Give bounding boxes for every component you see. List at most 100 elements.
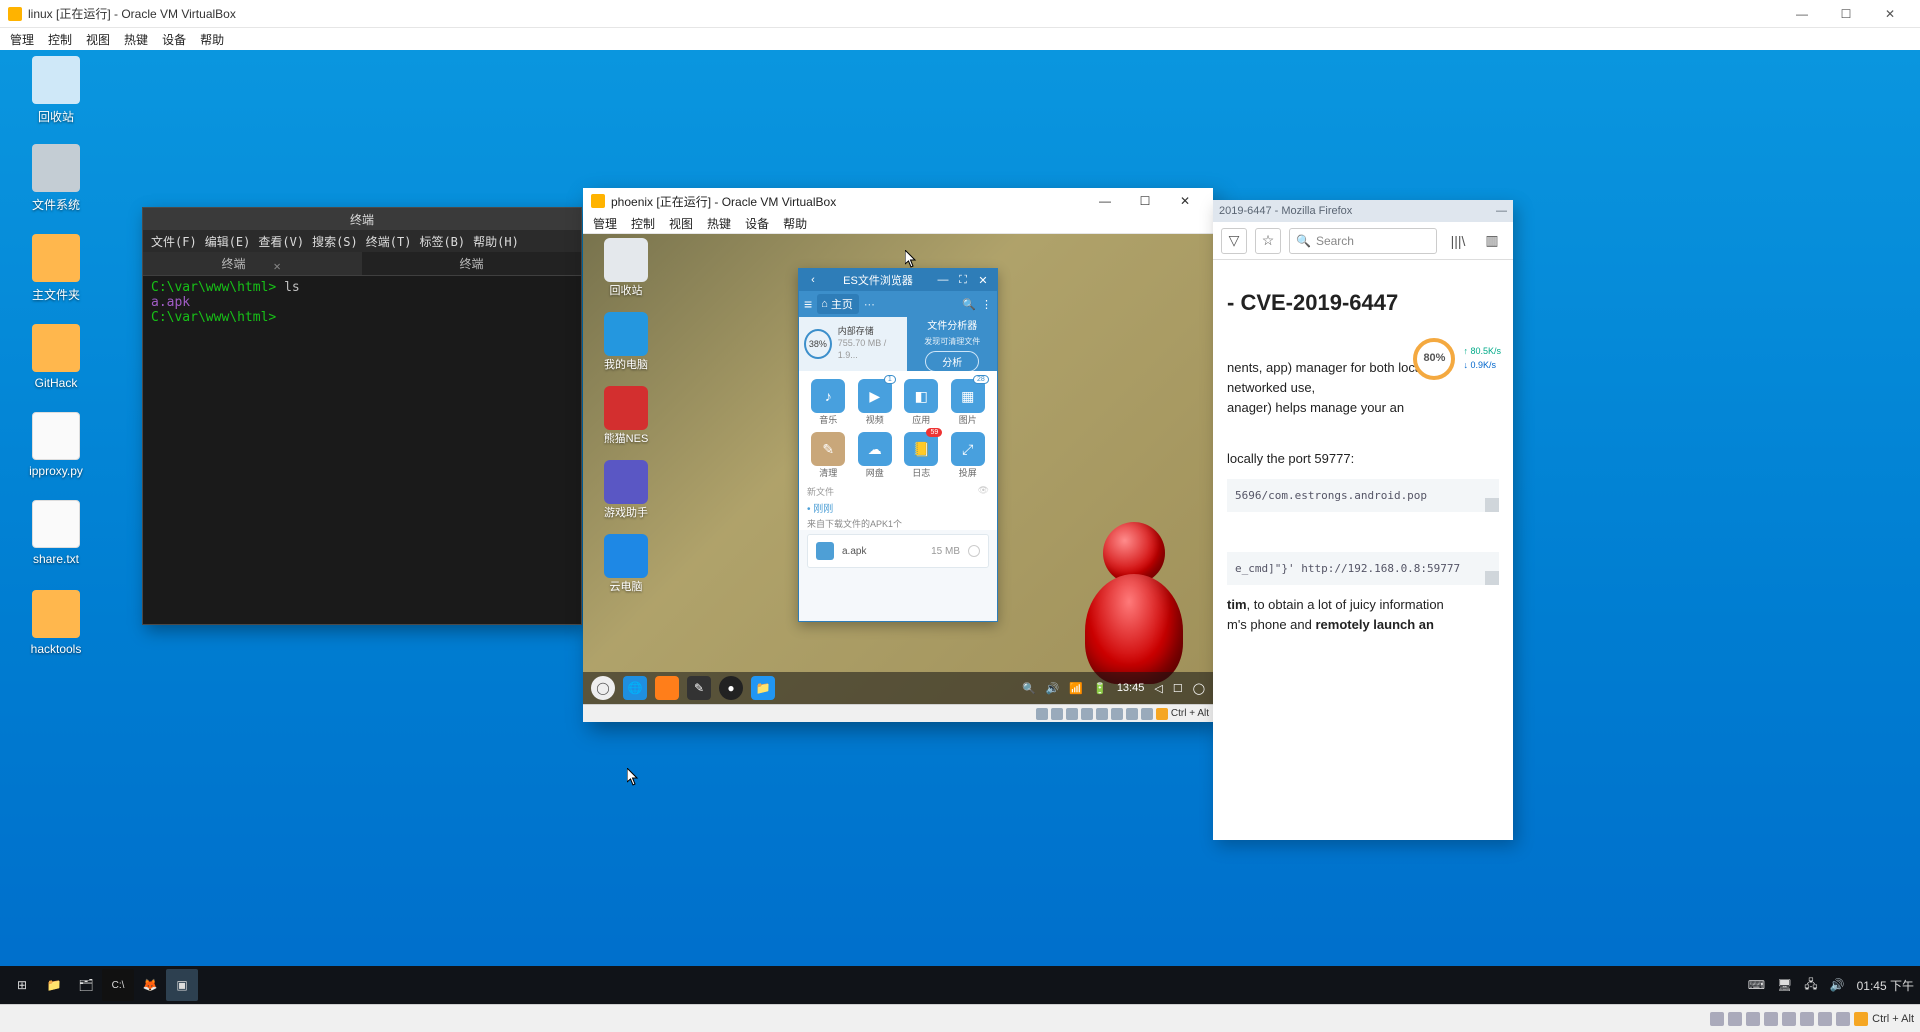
phoenix-desktop-icon[interactable]: 云电脑 — [590, 534, 662, 594]
desktop-icon[interactable]: hacktools — [14, 590, 98, 656]
close-tab-icon[interactable]: ✕ — [274, 259, 284, 269]
minimize-button[interactable]: — — [1780, 0, 1824, 28]
close-button[interactable]: ✕ — [1868, 0, 1912, 28]
desktop-icon[interactable]: 主文件夹 — [14, 234, 98, 303]
menu-item[interactable]: 设备 — [162, 31, 186, 48]
wifi-icon[interactable]: 📶 — [1069, 682, 1083, 695]
es-category-grid[interactable]: ♪音乐▶1视频◧应用▦28图片✎清理☁网盘📒59日志⤢投屏 — [799, 371, 997, 479]
maximize-icon[interactable]: ⛶ — [953, 274, 973, 287]
menu-item[interactable]: 控制 — [48, 31, 72, 48]
host-titlebar[interactable]: linux [正在运行] - Oracle VM VirtualBox — ☐ … — [0, 0, 1920, 28]
menu-item[interactable]: 视图 — [669, 215, 693, 232]
nav-recent-icon[interactable]: ◯ — [1193, 682, 1205, 695]
es-category[interactable]: ⤢投屏 — [947, 432, 990, 479]
terminal-taskbar-icon[interactable]: ▣ — [166, 969, 198, 1001]
firefox-window[interactable]: 2019-6447 - Mozilla Firefox — ▽ ☆ 🔍 Sear… — [1213, 200, 1513, 840]
system-tray[interactable]: ⌨ 🖥 🖧 🔊 01:45 下午 — [1748, 975, 1914, 996]
menu-item[interactable]: 管理 — [10, 31, 34, 48]
phoenix-desktop-icon[interactable]: 回收站 — [590, 238, 662, 298]
eye-icon[interactable]: 👁 — [978, 485, 989, 498]
es-file-row[interactable]: a.apk 15 MB — [807, 534, 989, 568]
terminal-menu-item[interactable]: 搜索(S) — [312, 233, 358, 250]
terminal-menu-item[interactable]: 标签(B) — [419, 233, 465, 250]
terminal-tab-1[interactable]: 终端✕ — [143, 252, 362, 275]
analyze-button[interactable]: 分析 — [925, 351, 979, 372]
nav-back-icon[interactable]: ◁ — [1154, 682, 1162, 695]
terminal-menu-item[interactable]: 终端(T) — [366, 233, 412, 250]
sidebar-icon[interactable]: ▥ — [1479, 228, 1505, 254]
maximize-button[interactable]: ☐ — [1125, 188, 1165, 214]
volume-icon[interactable]: 🔊 — [1046, 682, 1060, 695]
es-storage-card[interactable]: 38% 内部存储 755.70 MB / 1.9... 文件分析器 发现可清理文… — [799, 317, 997, 371]
host-menubar[interactable]: 管理控制视图热键设备帮助 — [0, 28, 1920, 50]
es-category[interactable]: ✎清理 — [807, 432, 850, 479]
firefox-toolbar[interactable]: ▽ ☆ 🔍 Search |||\ ▥ — [1213, 222, 1513, 260]
cmd-icon[interactable]: C:\ — [102, 969, 134, 1001]
minimize-button[interactable]: — — [1085, 188, 1125, 214]
code-block-1[interactable]: 5696/com.estrongs.android.pop — [1227, 479, 1499, 512]
download-speed-widget[interactable]: 80% ↑ 80.5K/s ↓ 0.9K/s — [1413, 338, 1501, 380]
nav-home-icon[interactable]: ☐ — [1173, 682, 1183, 695]
menu-item[interactable]: 热键 — [707, 215, 731, 232]
maximize-button[interactable]: ☐ — [1824, 0, 1868, 28]
search-icon[interactable]: 🔍 — [1022, 682, 1036, 695]
explorer-icon[interactable]: 📁 — [38, 969, 70, 1001]
firefox-page[interactable]: - CVE-2019-6447 80% ↑ 80.5K/s ↓ 0.9K/s n… — [1213, 260, 1513, 649]
menu-item[interactable]: 视图 — [86, 31, 110, 48]
keyboard-icon[interactable]: ⌨ — [1748, 978, 1765, 992]
install-icon[interactable] — [968, 545, 980, 557]
desktop-icon[interactable]: 文件系统 — [14, 144, 98, 213]
battery-icon[interactable]: 🔋 — [1093, 682, 1107, 695]
es-category[interactable]: ◧应用 — [900, 379, 943, 426]
code-block-2[interactable]: e_cmd]"}' http://192.168.0.8:59777 — [1227, 552, 1499, 585]
back-icon[interactable]: ‹ — [803, 274, 823, 286]
terminal-menu-item[interactable]: 帮助(H) — [473, 233, 519, 250]
firefox-icon[interactable]: 🦊 — [134, 969, 166, 1001]
es-category[interactable]: ♪音乐 — [807, 379, 850, 426]
es-category[interactable]: ▦28图片 — [947, 379, 990, 426]
home-chip[interactable]: ⌂ 主页 — [817, 294, 859, 314]
explorer2-icon[interactable]: 🗂 — [70, 969, 102, 1001]
menu-item[interactable]: 热键 — [124, 31, 148, 48]
devices-icon[interactable]: 🖥 — [1777, 978, 1792, 992]
kebab-icon[interactable]: ⋮ — [981, 298, 992, 311]
scroll-right-icon[interactable] — [1485, 571, 1499, 585]
menu-item[interactable]: 控制 — [631, 215, 655, 232]
browser-icon[interactable]: 🌐 — [623, 676, 647, 700]
es-file-explorer-window[interactable]: ‹ ES文件浏览器 — ⛶ ✕ ≡ ⌂ 主页 ⋯ 🔍 ⋮ — [798, 268, 998, 622]
phoenix-start-icon[interactable]: ◯ — [591, 676, 615, 700]
desktop-icon[interactable]: share.txt — [14, 500, 98, 566]
phoenix-taskbar[interactable]: ◯ 🌐 ✎ ● 📁 🔍 🔊 📶 🔋 13:45 ◁ ☐ ◯ — [583, 672, 1213, 704]
phoenix-desktop-icon[interactable]: 熊猫NES — [590, 386, 662, 446]
minimize-icon[interactable]: — — [933, 274, 953, 286]
terminal-titlebar[interactable]: 终端 — [143, 208, 581, 230]
phoenix-titlebar[interactable]: phoenix [正在运行] - Oracle VM VirtualBox — … — [583, 188, 1213, 214]
record-icon[interactable]: ● — [719, 676, 743, 700]
terminal-window[interactable]: 终端 文件(F)编辑(E)查看(V)搜索(S)终端(T)标签(B)帮助(H) 终… — [142, 207, 582, 625]
es-titlebar[interactable]: ‹ ES文件浏览器 — ⛶ ✕ — [799, 269, 997, 291]
note-icon[interactable]: ✎ — [687, 676, 711, 700]
library-icon[interactable]: |||\ — [1445, 228, 1471, 254]
es-toolbar[interactable]: ≡ ⌂ 主页 ⋯ 🔍 ⋮ — [799, 291, 997, 317]
close-icon[interactable]: ✕ — [973, 274, 993, 287]
phoenix-desktop-icon[interactable]: 游戏助手 — [590, 460, 662, 520]
menu-item[interactable]: 帮助 — [200, 31, 224, 48]
search-box[interactable]: 🔍 Search — [1289, 228, 1437, 254]
terminal-menu-item[interactable]: 编辑(E) — [205, 233, 251, 250]
desktop-icon[interactable]: 回收站 — [14, 56, 98, 125]
menu-item[interactable]: 管理 — [593, 215, 617, 232]
terminal-tab-2[interactable]: 终端 — [362, 252, 581, 275]
firefox-titlebar[interactable]: 2019-6447 - Mozilla Firefox — — [1213, 200, 1513, 222]
search-icon[interactable]: 🔍 — [962, 298, 976, 311]
phoenix-menubar[interactable]: 管理控制视图热键设备帮助 — [583, 214, 1213, 234]
menu-item[interactable]: 设备 — [745, 215, 769, 232]
pocket-icon[interactable]: ▽ — [1221, 228, 1247, 254]
files-icon[interactable] — [655, 676, 679, 700]
scroll-right-icon[interactable] — [1485, 498, 1499, 512]
es-category[interactable]: 📒59日志 — [900, 432, 943, 479]
hamburger-icon[interactable]: ≡ — [804, 296, 812, 312]
terminal-menubar[interactable]: 文件(F)编辑(E)查看(V)搜索(S)终端(T)标签(B)帮助(H) — [143, 230, 581, 252]
clock[interactable]: 01:45 下午 — [1857, 977, 1914, 994]
phoenix-virtualbox-window[interactable]: phoenix [正在运行] - Oracle VM VirtualBox — … — [583, 188, 1213, 722]
close-button[interactable]: ✕ — [1165, 188, 1205, 214]
